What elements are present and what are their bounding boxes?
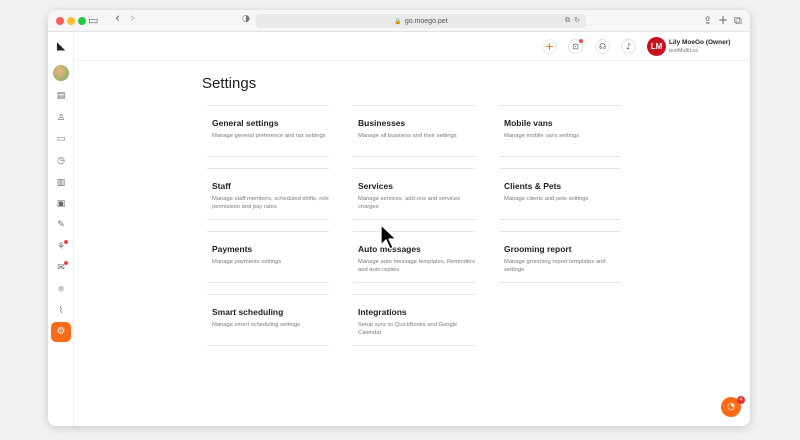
card-title: Businesses: [358, 118, 406, 128]
card-description: Manage smart scheduling settings: [212, 322, 300, 328]
card-description: Manage mobile vans settings: [504, 133, 580, 139]
card-icon[interactable]: ▭: [55, 133, 67, 145]
settings-card-services[interactable]: Services Manage services, add-ons and se…: [353, 168, 475, 220]
message-icon-glyph: ✉: [57, 263, 65, 273]
network-icon[interactable]: ⚛: [55, 284, 67, 296]
headset-icon[interactable]: ☊: [595, 39, 610, 54]
settings-card-integrations[interactable]: Integrations Setup sync to QuickBooks an…: [353, 294, 475, 346]
marketing-icon[interactable]: ⚘: [55, 240, 68, 253]
clock-icon[interactable]: ◷: [55, 155, 67, 167]
lock-icon: 🔒: [394, 18, 402, 25]
minimize-window-button[interactable]: [67, 17, 75, 25]
chart-icon[interactable]: ⌇: [55, 305, 67, 317]
shield-icon[interactable]: ◑: [242, 14, 250, 24]
topbar: + ⊡ ☊ ♪ LM Lily MoeGo (Owner) testMultiL…: [75, 32, 750, 61]
url-text: go.moego.pet: [404, 17, 448, 25]
close-window-button[interactable]: [56, 17, 64, 25]
message-icon[interactable]: ✉: [55, 261, 68, 274]
card-description: Manage auto message templates, Reminders…: [358, 259, 475, 273]
forward-icon[interactable]: ›: [130, 12, 135, 26]
sidebar-toggle-icon[interactable]: ▭: [88, 14, 98, 28]
maximize-window-button[interactable]: [78, 17, 86, 25]
reload-icon[interactable]: ↻: [574, 16, 580, 24]
card-title: Payments: [212, 244, 253, 254]
clipboard-icon[interactable]: ▣: [55, 198, 67, 210]
settings-content: Settings General settings Manage general…: [75, 61, 750, 426]
card-title: Mobile vans: [504, 118, 553, 128]
moego-logo[interactable]: ◣: [54, 40, 68, 54]
card-title: Grooming report: [504, 244, 572, 254]
sidebar: ◣ ▤ ♙ ▭ ◷ ▥ ▣ ✎ ⚘ ✉ ⚛ ⌇ ⚙: [48, 32, 74, 426]
user-avatar[interactable]: LM: [647, 37, 666, 56]
business-avatar[interactable]: [53, 65, 69, 81]
add-icon[interactable]: +: [542, 39, 557, 54]
report-icon[interactable]: ▥: [55, 177, 67, 189]
share-icon[interactable]: ⇪: [703, 14, 712, 28]
card-description: Manage general preference and tax settin…: [212, 133, 326, 139]
card-title: Services: [358, 181, 393, 191]
card-description: Manage services, add-ons and services ch…: [358, 196, 461, 210]
browser-toolbar: ▭ ‹ › ◑ 🔒 go.moego.pet ↻ ⧉ ⇪ + ⧉: [48, 10, 750, 32]
card-title: Integrations: [358, 307, 407, 317]
settings-card-payments[interactable]: Payments Manage payments settings: [207, 231, 329, 283]
browser-window: ▭ ‹ › ◑ 🔒 go.moego.pet ↻ ⧉ ⇪ + ⧉ ◣ ▤ ♙ ▭…: [48, 10, 750, 426]
settings-card-staff[interactable]: Staff Manage staff members, scheduled sh…: [207, 168, 329, 220]
settings-card-businesses[interactable]: Businesses Manage all business and their…: [353, 105, 475, 157]
notification-dot: [579, 39, 583, 43]
mouse-cursor-icon: [380, 224, 397, 250]
settings-card-clients-pets[interactable]: Clients & Pets Manage clients and pets s…: [499, 168, 621, 220]
translate-icon[interactable]: ⧉: [565, 16, 570, 25]
card-description: Manage staff members, scheduled shifts, …: [212, 196, 329, 210]
calendar-icon[interactable]: ▤: [55, 90, 67, 102]
settings-card-grooming-report[interactable]: Grooming report Manage grooming report t…: [499, 231, 621, 283]
address-bar[interactable]: 🔒 go.moego.pet ↻ ⧉: [256, 14, 586, 28]
card-description: Manage payments settings: [212, 259, 282, 265]
notification-dot: [64, 240, 68, 244]
settings-card-mobile-vans[interactable]: Mobile vans Manage mobile vans settings: [499, 105, 621, 157]
calendar-badge-glyph: ⊡: [572, 42, 579, 51]
card-title: General settings: [212, 118, 279, 128]
user-name[interactable]: Lily MoeGo (Owner): [669, 39, 730, 46]
new-tab-icon[interactable]: +: [718, 13, 728, 27]
page-title: Settings: [202, 75, 257, 92]
settings-icon[interactable]: ⚙: [51, 322, 71, 342]
bell-icon[interactable]: ♪: [621, 39, 636, 54]
clients-icon[interactable]: ♙: [55, 112, 67, 124]
settings-card-general[interactable]: General settings Manage general preferen…: [207, 105, 329, 157]
pen-icon[interactable]: ✎: [55, 219, 67, 231]
app: ◣ ▤ ♙ ▭ ◷ ▥ ▣ ✎ ⚘ ✉ ⚛ ⌇ ⚙ + ⊡ ☊ ♪ LM Lil…: [48, 32, 750, 426]
calendar-badge-icon[interactable]: ⊡: [568, 39, 583, 54]
settings-card-smart-scheduling[interactable]: Smart scheduling Manage smart scheduling…: [207, 294, 329, 346]
notification-dot: [64, 261, 68, 265]
card-description: Setup sync to QuickBooks and Google Cale…: [358, 322, 458, 336]
card-description: Manage all business and their settings: [358, 133, 457, 139]
tabs-overview-icon[interactable]: ⧉: [734, 14, 742, 28]
card-description: Manage grooming report templates and set…: [504, 259, 606, 273]
settings-card-auto-messages[interactable]: Auto messages Manage auto message templa…: [353, 231, 475, 283]
card-title: Smart scheduling: [212, 307, 284, 317]
back-icon[interactable]: ‹: [115, 12, 120, 26]
card-description: Manage clients and pets settings: [504, 196, 589, 202]
card-title: Staff: [212, 181, 231, 191]
chat-unread-badge: 4: [737, 396, 745, 404]
card-title: Clients & Pets: [504, 181, 562, 191]
business-name[interactable]: testMultiLoc: [669, 48, 698, 54]
